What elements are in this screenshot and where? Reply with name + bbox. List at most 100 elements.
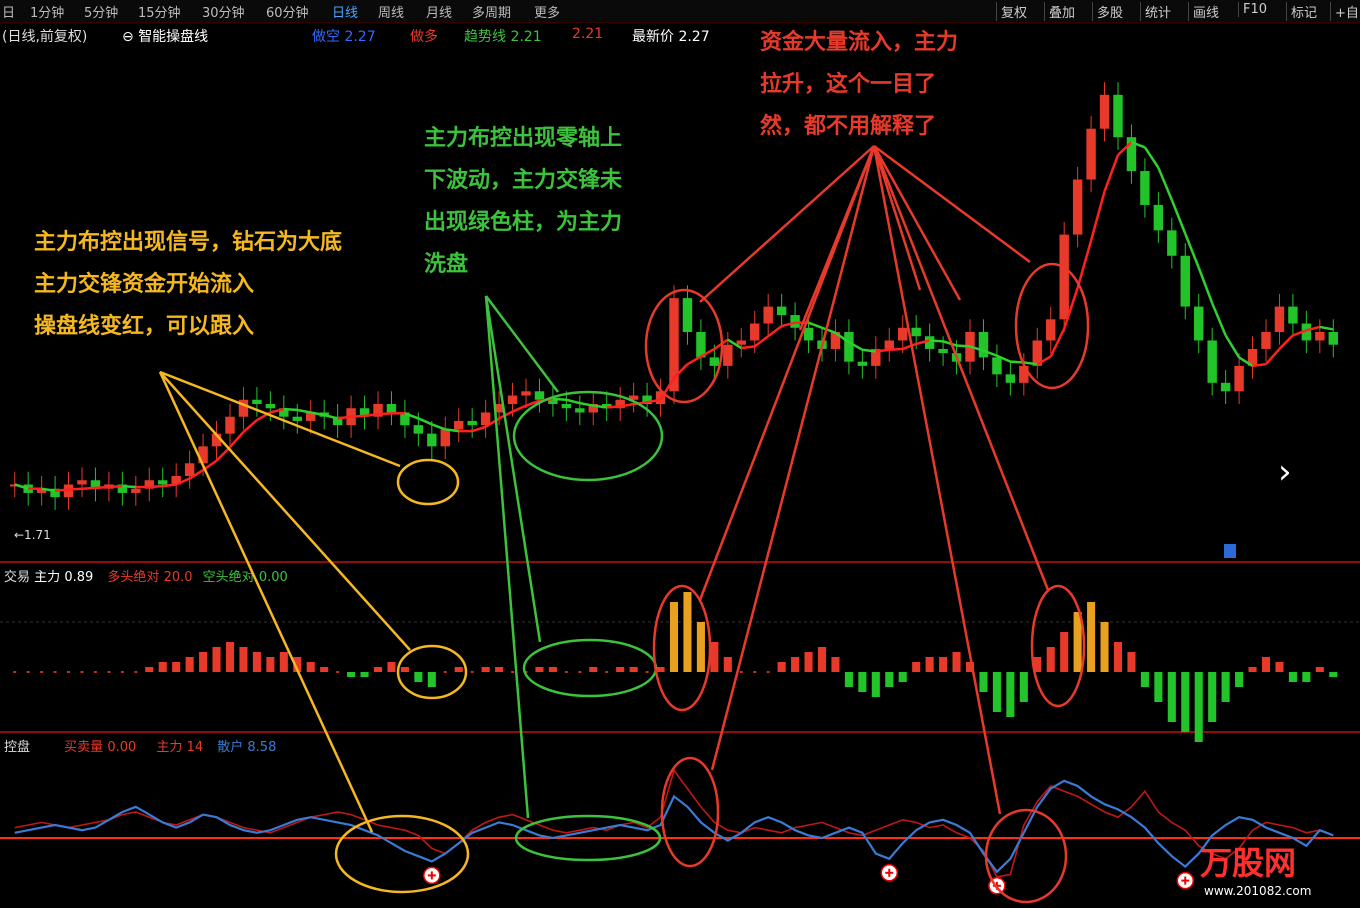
main-force-bar: [1154, 672, 1163, 702]
main-force-bar: [844, 672, 853, 687]
main-force-bar: [454, 667, 463, 672]
main-force-bar: [120, 671, 124, 673]
main-force-bar: [669, 602, 679, 672]
main-force-bar: [1046, 647, 1055, 672]
main-force-bar: [67, 671, 71, 673]
main-force-bar: [589, 667, 598, 672]
main-force-bar: [898, 672, 907, 682]
control-lines: [0, 768, 1360, 878]
control-line-segment: [229, 431, 245, 449]
candle-body: [1328, 332, 1338, 345]
red-pointer: [872, 145, 1002, 815]
candle-body: [1315, 332, 1325, 341]
control-line-segment: [889, 347, 903, 352]
candle-body: [1099, 94, 1110, 129]
main-force-bar: [1194, 672, 1203, 742]
control-line-segment: [1089, 191, 1106, 241]
control-line-segment: [1143, 146, 1160, 169]
main-force-bar: [766, 671, 770, 673]
main-force-bar: [791, 657, 800, 672]
control-line-segment: [162, 483, 177, 488]
main-force-bar: [387, 662, 396, 672]
annotation-green-line-4: 洗盘: [424, 252, 469, 277]
main-force-bar: [1315, 667, 1324, 672]
candle-body: [750, 323, 760, 341]
control-line-segment: [242, 419, 258, 433]
annotation-yellow-line-3: 操盘线变红，可以跟入: [34, 314, 255, 339]
control-line-segment: [1103, 154, 1120, 192]
candle-body: [1261, 332, 1271, 349]
main-force-bar: [831, 657, 840, 672]
control-line-segment: [552, 397, 567, 402]
candle-body: [225, 416, 235, 434]
red-ellipse-panel3-1: [660, 756, 720, 868]
candle-body: [467, 420, 477, 426]
candle-body: [803, 327, 814, 341]
candle-body: [911, 327, 921, 337]
main-force-bar: [1127, 652, 1136, 672]
control-line-segment: [686, 355, 702, 366]
main-force-bar: [266, 657, 275, 672]
control-line-segment: [1023, 361, 1038, 366]
candle-body: [857, 361, 868, 366]
main-force-bar: [645, 671, 649, 673]
control-line-segment: [1076, 240, 1093, 289]
control-line-segment: [902, 342, 917, 351]
main-force-bar: [1060, 632, 1069, 672]
candle-body: [480, 412, 491, 426]
next-arrow-icon[interactable]: ›: [1278, 452, 1292, 492]
control-line-segment: [323, 413, 338, 420]
control-line-segment: [108, 484, 123, 489]
main-force-bar: [1113, 642, 1123, 672]
main-force-bar: [1329, 672, 1338, 677]
annotation-yellow: 主力布控出现信号，钻石为大底 主力交锋资金开始流入 操盘线变红，可以跟入: [34, 222, 342, 348]
control-line-segment: [593, 404, 607, 409]
candle-body: [1140, 171, 1150, 205]
red-pointer: [798, 145, 876, 331]
control-line-segment: [566, 398, 581, 405]
annotation-green: 主力布控出现零轴上 下波动，主力交锋未 出现绿色柱，为主力 洗盘: [424, 118, 622, 286]
control-line-segment: [741, 345, 755, 350]
main-force-bar: [739, 671, 743, 673]
main-force-bar: [80, 671, 84, 673]
main-force-bar: [400, 667, 409, 672]
control-line-segment: [1197, 267, 1214, 304]
red-ellipse-panel3-2: [984, 808, 1068, 904]
candle-body: [1086, 128, 1096, 180]
main-force-bar: [616, 667, 625, 672]
control-line-segment: [1252, 362, 1267, 368]
candle-body: [682, 298, 693, 332]
candle-body: [1167, 230, 1177, 256]
main-force-bar: [1167, 672, 1176, 722]
main-force-bar: [871, 672, 880, 697]
brand-url: www.201082.com: [1204, 884, 1312, 898]
control-line-segment: [364, 412, 379, 418]
annotation-yellow-line-2: 主力交锋资金开始流入: [34, 272, 255, 297]
candle-body: [427, 433, 437, 447]
main-force-bar: [239, 647, 248, 672]
control-line-segment: [1157, 167, 1173, 201]
main-force-bar: [1248, 667, 1257, 672]
main-force-bar: [347, 672, 356, 677]
candle-body: [158, 480, 168, 485]
control-line-segment: [351, 414, 365, 418]
main-force-bar: [427, 672, 436, 687]
control-line-segment: [417, 417, 433, 426]
candle-body: [1234, 365, 1244, 392]
main-force-bar: [1006, 672, 1015, 717]
main-force-bar: [1235, 672, 1244, 687]
candle-body: [736, 340, 746, 345]
main-force-bar: [1302, 672, 1311, 682]
green-pointer: [484, 295, 530, 819]
control-line-segment: [149, 484, 163, 489]
main-force-bar: [53, 671, 57, 673]
annotation-yellow-line-1: 主力布控出现信号，钻石为大底: [34, 230, 343, 255]
main-force-bar: [817, 647, 827, 672]
control-line-segment: [767, 325, 783, 338]
candle-body: [844, 332, 854, 362]
control-line-segment: [122, 484, 136, 489]
control-line-segment: [1319, 325, 1334, 331]
main-force-bar: [858, 672, 867, 692]
candle-body: [454, 420, 464, 430]
candle-body: [575, 408, 585, 413]
